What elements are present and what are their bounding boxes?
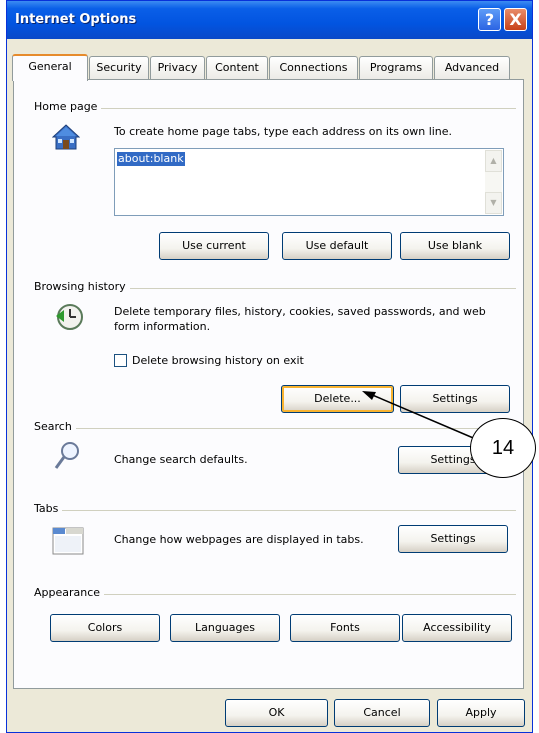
callout-number-badge: 14 <box>470 418 536 478</box>
callout-arrow <box>362 391 479 441</box>
